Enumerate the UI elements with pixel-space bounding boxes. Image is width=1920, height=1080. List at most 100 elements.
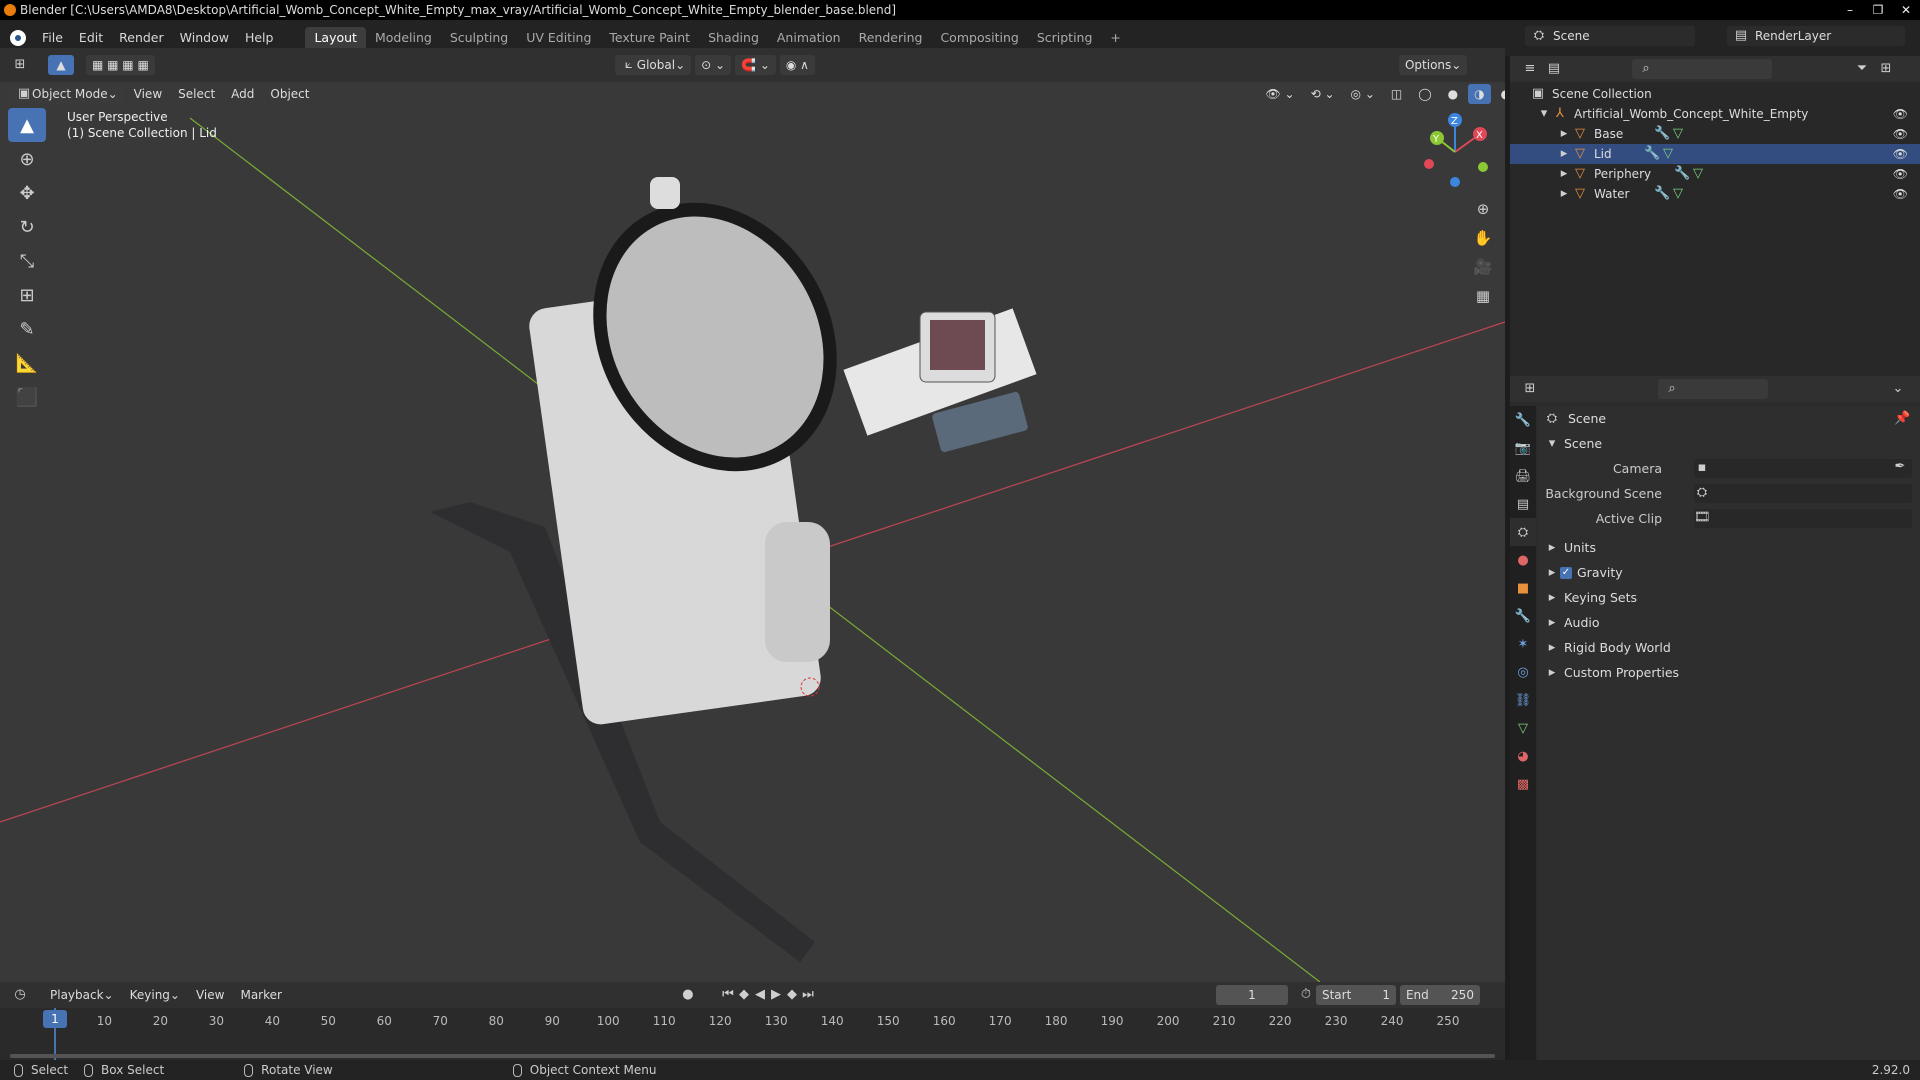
tab-compositing[interactable]: Compositing — [931, 27, 1027, 49]
rotate-tool-icon[interactable]: ↻ — [8, 210, 46, 244]
scene-selector[interactable]: ⛭ Scene — [1525, 26, 1695, 46]
add-workspace-icon[interactable]: + — [1101, 27, 1129, 49]
record-icon[interactable]: ● — [680, 987, 696, 1003]
scene-tab-icon[interactable]: ⛭ — [1510, 518, 1536, 546]
render-tab-icon[interactable]: 📷 — [1510, 434, 1536, 462]
object-tab-icon[interactable]: ■ — [1510, 574, 1536, 602]
outliner-search-input[interactable]: ⌕ — [1632, 59, 1772, 79]
tab-sculpting[interactable]: Sculpting — [441, 27, 517, 49]
select-mode-icons[interactable]: ▦ ▦ ▦ ▦ — [86, 55, 155, 75]
visibility-eye-icon[interactable]: 👁 — [1893, 187, 1908, 201]
texture-tab-icon[interactable]: ▩ — [1510, 770, 1536, 798]
tab-texture-paint[interactable]: Texture Paint — [600, 27, 699, 49]
tab-modeling[interactable]: Modeling — [366, 27, 441, 49]
add-cube-tool-icon[interactable]: ⬛ — [8, 380, 46, 414]
timeline-editor-icon[interactable]: ◷ — [12, 987, 28, 1003]
visibility-eye-icon[interactable]: 👁 — [1893, 147, 1908, 161]
timeline-view-menu[interactable]: View — [190, 985, 230, 1005]
transform-tool-icon[interactable]: ⊞ — [8, 278, 46, 312]
camera-view-icon[interactable]: 🎥 — [1470, 254, 1496, 280]
expand-chevron-icon[interactable]: ▸ — [1556, 146, 1572, 162]
play-reverse-icon[interactable]: ◀ — [752, 987, 768, 1003]
tab-uv-editing[interactable]: UV Editing — [517, 27, 600, 49]
playback-menu[interactable]: Playback ⌄ — [44, 985, 120, 1005]
3d-viewport[interactable]: ▣ Object Mode ⌄ View Select Add Object 👁 … — [0, 82, 1505, 982]
scene-panel-header[interactable]: ▾ Scene — [1538, 431, 1920, 456]
pivot-point-icon[interactable]: ⊙ ⌄ — [695, 55, 732, 75]
world-tab-icon[interactable]: ● — [1510, 546, 1536, 574]
menu-help[interactable]: Help — [237, 27, 282, 49]
jump-start-icon[interactable]: ⏮ — [720, 987, 736, 1003]
expand-chevron-icon[interactable]: ▾ — [1536, 106, 1552, 122]
proportional-edit-icon[interactable]: ◉ ∧ — [779, 55, 815, 75]
outliner-editor-icon[interactable]: ≡ — [1522, 61, 1538, 77]
scale-tool-icon[interactable]: ⤡ — [8, 244, 46, 278]
display-mode-icon[interactable]: ▤ — [1546, 61, 1562, 77]
expand-chevron-icon[interactable]: ▸ — [1556, 126, 1572, 142]
physics-tab-icon[interactable]: ◎ — [1510, 658, 1536, 686]
render-layer-selector[interactable]: ▤ RenderLayer — [1727, 26, 1905, 46]
tab-shading[interactable]: Shading — [699, 27, 768, 49]
view-layer-tab-icon[interactable]: ▤ — [1510, 490, 1536, 518]
eyedropper-icon[interactable]: ✒ — [1892, 459, 1908, 475]
cursor-tool-icon[interactable]: ⊕ — [8, 142, 46, 176]
outliner-item-water[interactable]: ▸ ▽ Water 🔧 ▽ 👁 — [1510, 184, 1920, 204]
visibility-eye-icon[interactable]: 👁 — [1893, 167, 1908, 181]
pin-icon[interactable]: 📌 — [1894, 411, 1910, 427]
tab-animation[interactable]: Animation — [768, 27, 850, 49]
tab-layout[interactable]: Layout — [305, 27, 366, 49]
particles-tab-icon[interactable]: ✶ — [1510, 630, 1536, 658]
properties-editor-icon[interactable]: ⊞ — [1522, 381, 1538, 397]
end-frame-field[interactable]: End 250 — [1399, 985, 1480, 1005]
units-panel-header[interactable]: ▸ Units — [1538, 535, 1920, 560]
select-box-tool-icon[interactable]: ▲ — [8, 108, 46, 142]
jump-end-icon[interactable]: ⏭ — [800, 987, 816, 1003]
timeline-ruler[interactable]: 1 10 20 30 40 50 60 70 80 90 100 110 120 130 140 150 16… — [0, 1008, 1505, 1060]
options-dropdown[interactable]: Options ⌄ — [1398, 55, 1468, 75]
output-tab-icon[interactable]: 🖨 — [1510, 462, 1536, 490]
gravity-panel-header[interactable]: ▸ ✓ Gravity — [1538, 560, 1920, 585]
maximize-button[interactable]: ❐ — [1864, 0, 1892, 20]
constraints-tab-icon[interactable]: ⛓ — [1510, 686, 1536, 714]
custom-properties-panel-header[interactable]: ▸ Custom Properties — [1538, 660, 1920, 685]
expand-chevron-icon[interactable]: ▸ — [1556, 186, 1572, 202]
pan-hand-icon[interactable]: ✋ — [1470, 225, 1496, 251]
outliner-item-periphery[interactable]: ▸ ▽ Periphery 🔧 ▽ 👁 — [1510, 164, 1920, 184]
tab-scripting[interactable]: Scripting — [1028, 27, 1102, 49]
annotate-tool-icon[interactable]: ✎ — [8, 312, 46, 346]
grid-view-icon[interactable]: ▦ — [1470, 283, 1496, 309]
outliner-item-base[interactable]: ▸ ▽ Base 🔧 ▽ 👁 — [1510, 124, 1920, 144]
snap-icon[interactable]: 🧲 ⌄ — [735, 55, 776, 75]
data-tab-icon[interactable]: ▽ — [1510, 714, 1536, 742]
expand-chevron-icon[interactable]: ▸ — [1556, 166, 1572, 182]
new-collection-icon[interactable]: ⊞ — [1878, 61, 1894, 77]
editor-type-icon[interactable]: ⊞ — [12, 57, 28, 73]
properties-options-icon[interactable]: ⌄ — [1890, 381, 1906, 397]
properties-search-input[interactable]: ⌕ — [1658, 379, 1768, 399]
timeline-scrollbar[interactable] — [10, 1054, 1495, 1058]
select-tool-icon[interactable]: ▲ — [48, 55, 74, 75]
move-tool-icon[interactable]: ✥ — [8, 176, 46, 210]
camera-field[interactable]: ▪ ✒ — [1694, 459, 1912, 478]
zoom-icon[interactable]: ⊕ — [1470, 196, 1496, 222]
close-button[interactable]: ✕ — [1892, 0, 1920, 20]
active-clip-field[interactable]: 🎞 — [1694, 509, 1912, 528]
marker-menu[interactable]: Marker — [234, 985, 287, 1005]
visibility-eye-icon[interactable]: 👁 — [1893, 107, 1908, 121]
menu-render[interactable]: Render — [111, 27, 172, 49]
collection-row[interactable]: ▾ ⅄ Artificial_Womb_Concept_White_Empty … — [1510, 104, 1920, 124]
scene-collection-row[interactable]: ▣ Scene Collection — [1510, 84, 1920, 104]
play-icon[interactable]: ▶ — [768, 987, 784, 1003]
start-frame-field[interactable]: Start 1 — [1315, 985, 1396, 1005]
modifier-tab-icon[interactable]: 🔧 — [1510, 602, 1536, 630]
tool-tab-icon[interactable]: 🔧 — [1510, 406, 1536, 434]
timer-icon[interactable]: ⏱ — [1298, 987, 1314, 1003]
outliner-item-lid[interactable]: ▸ ▽ Lid 🔧 ▽ 👁 — [1510, 144, 1920, 164]
background-scene-field[interactable]: ⛭ — [1694, 484, 1912, 503]
keying-menu[interactable]: Keying ⌄ — [124, 985, 186, 1005]
gravity-checkbox[interactable]: ✓ — [1560, 566, 1572, 579]
transform-orientation-dropdown[interactable]: ⟀ Global ⌄ — [614, 55, 692, 75]
prev-keyframe-icon[interactable]: ◆ — [736, 987, 752, 1003]
material-tab-icon[interactable]: ◕ — [1510, 742, 1536, 770]
current-frame-field[interactable]: 1 — [1215, 985, 1288, 1005]
